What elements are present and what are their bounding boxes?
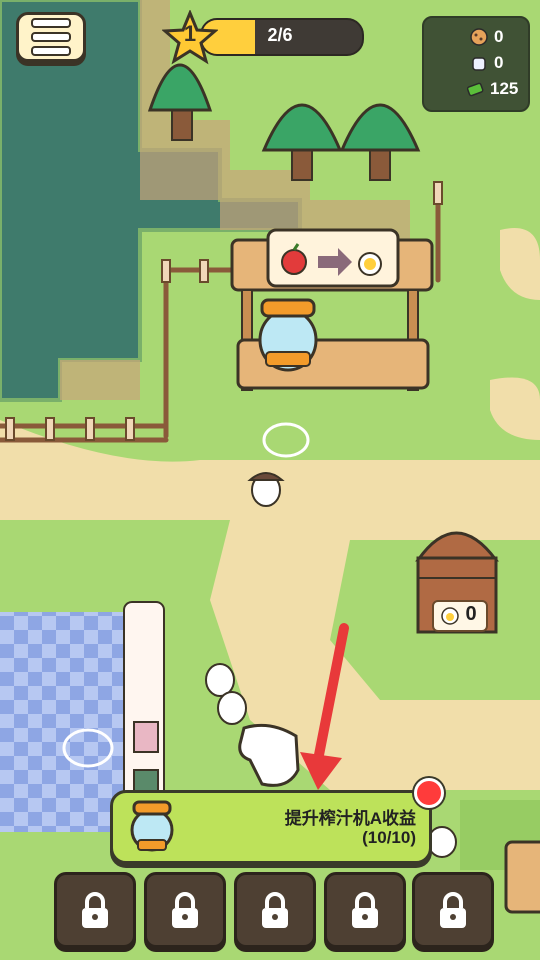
xp-progress-text: 2/6 [267, 25, 293, 45]
locked-slot-2[interactable] [144, 872, 226, 948]
juice-bottle-icon [441, 607, 459, 625]
cash-icon [466, 80, 484, 98]
resource-value: 0 [494, 53, 504, 72]
barn-count-value: 0 [465, 603, 477, 625]
lock-icon [82, 892, 108, 928]
lock-icon [352, 892, 378, 928]
cookie-icon [470, 28, 488, 46]
task-progress: (10/10) [362, 828, 416, 847]
resource-value: 125 [490, 79, 519, 98]
locked-slot-5[interactable] [412, 872, 494, 948]
resource-cookie: 0 [470, 26, 532, 48]
resource-value: 0 [494, 27, 504, 46]
lock-icon [262, 892, 288, 928]
level-number: 1 [183, 21, 197, 46]
menu-button[interactable] [16, 12, 86, 62]
notification-badge [414, 778, 444, 808]
menu-bar [31, 32, 71, 42]
task-title: 提升榨汁机A收益 [284, 809, 416, 828]
lock-icon [172, 892, 198, 928]
locked-slot-4[interactable] [324, 872, 406, 948]
resource-cash: 125 [466, 78, 532, 100]
locked-slot-3[interactable] [234, 872, 316, 948]
lock-icon [440, 892, 466, 928]
locked-slot-1[interactable] [54, 872, 136, 948]
milk-icon [470, 54, 488, 72]
resource-milk: 0 [470, 52, 532, 74]
menu-bar [31, 46, 71, 56]
menu-bar [31, 18, 71, 28]
